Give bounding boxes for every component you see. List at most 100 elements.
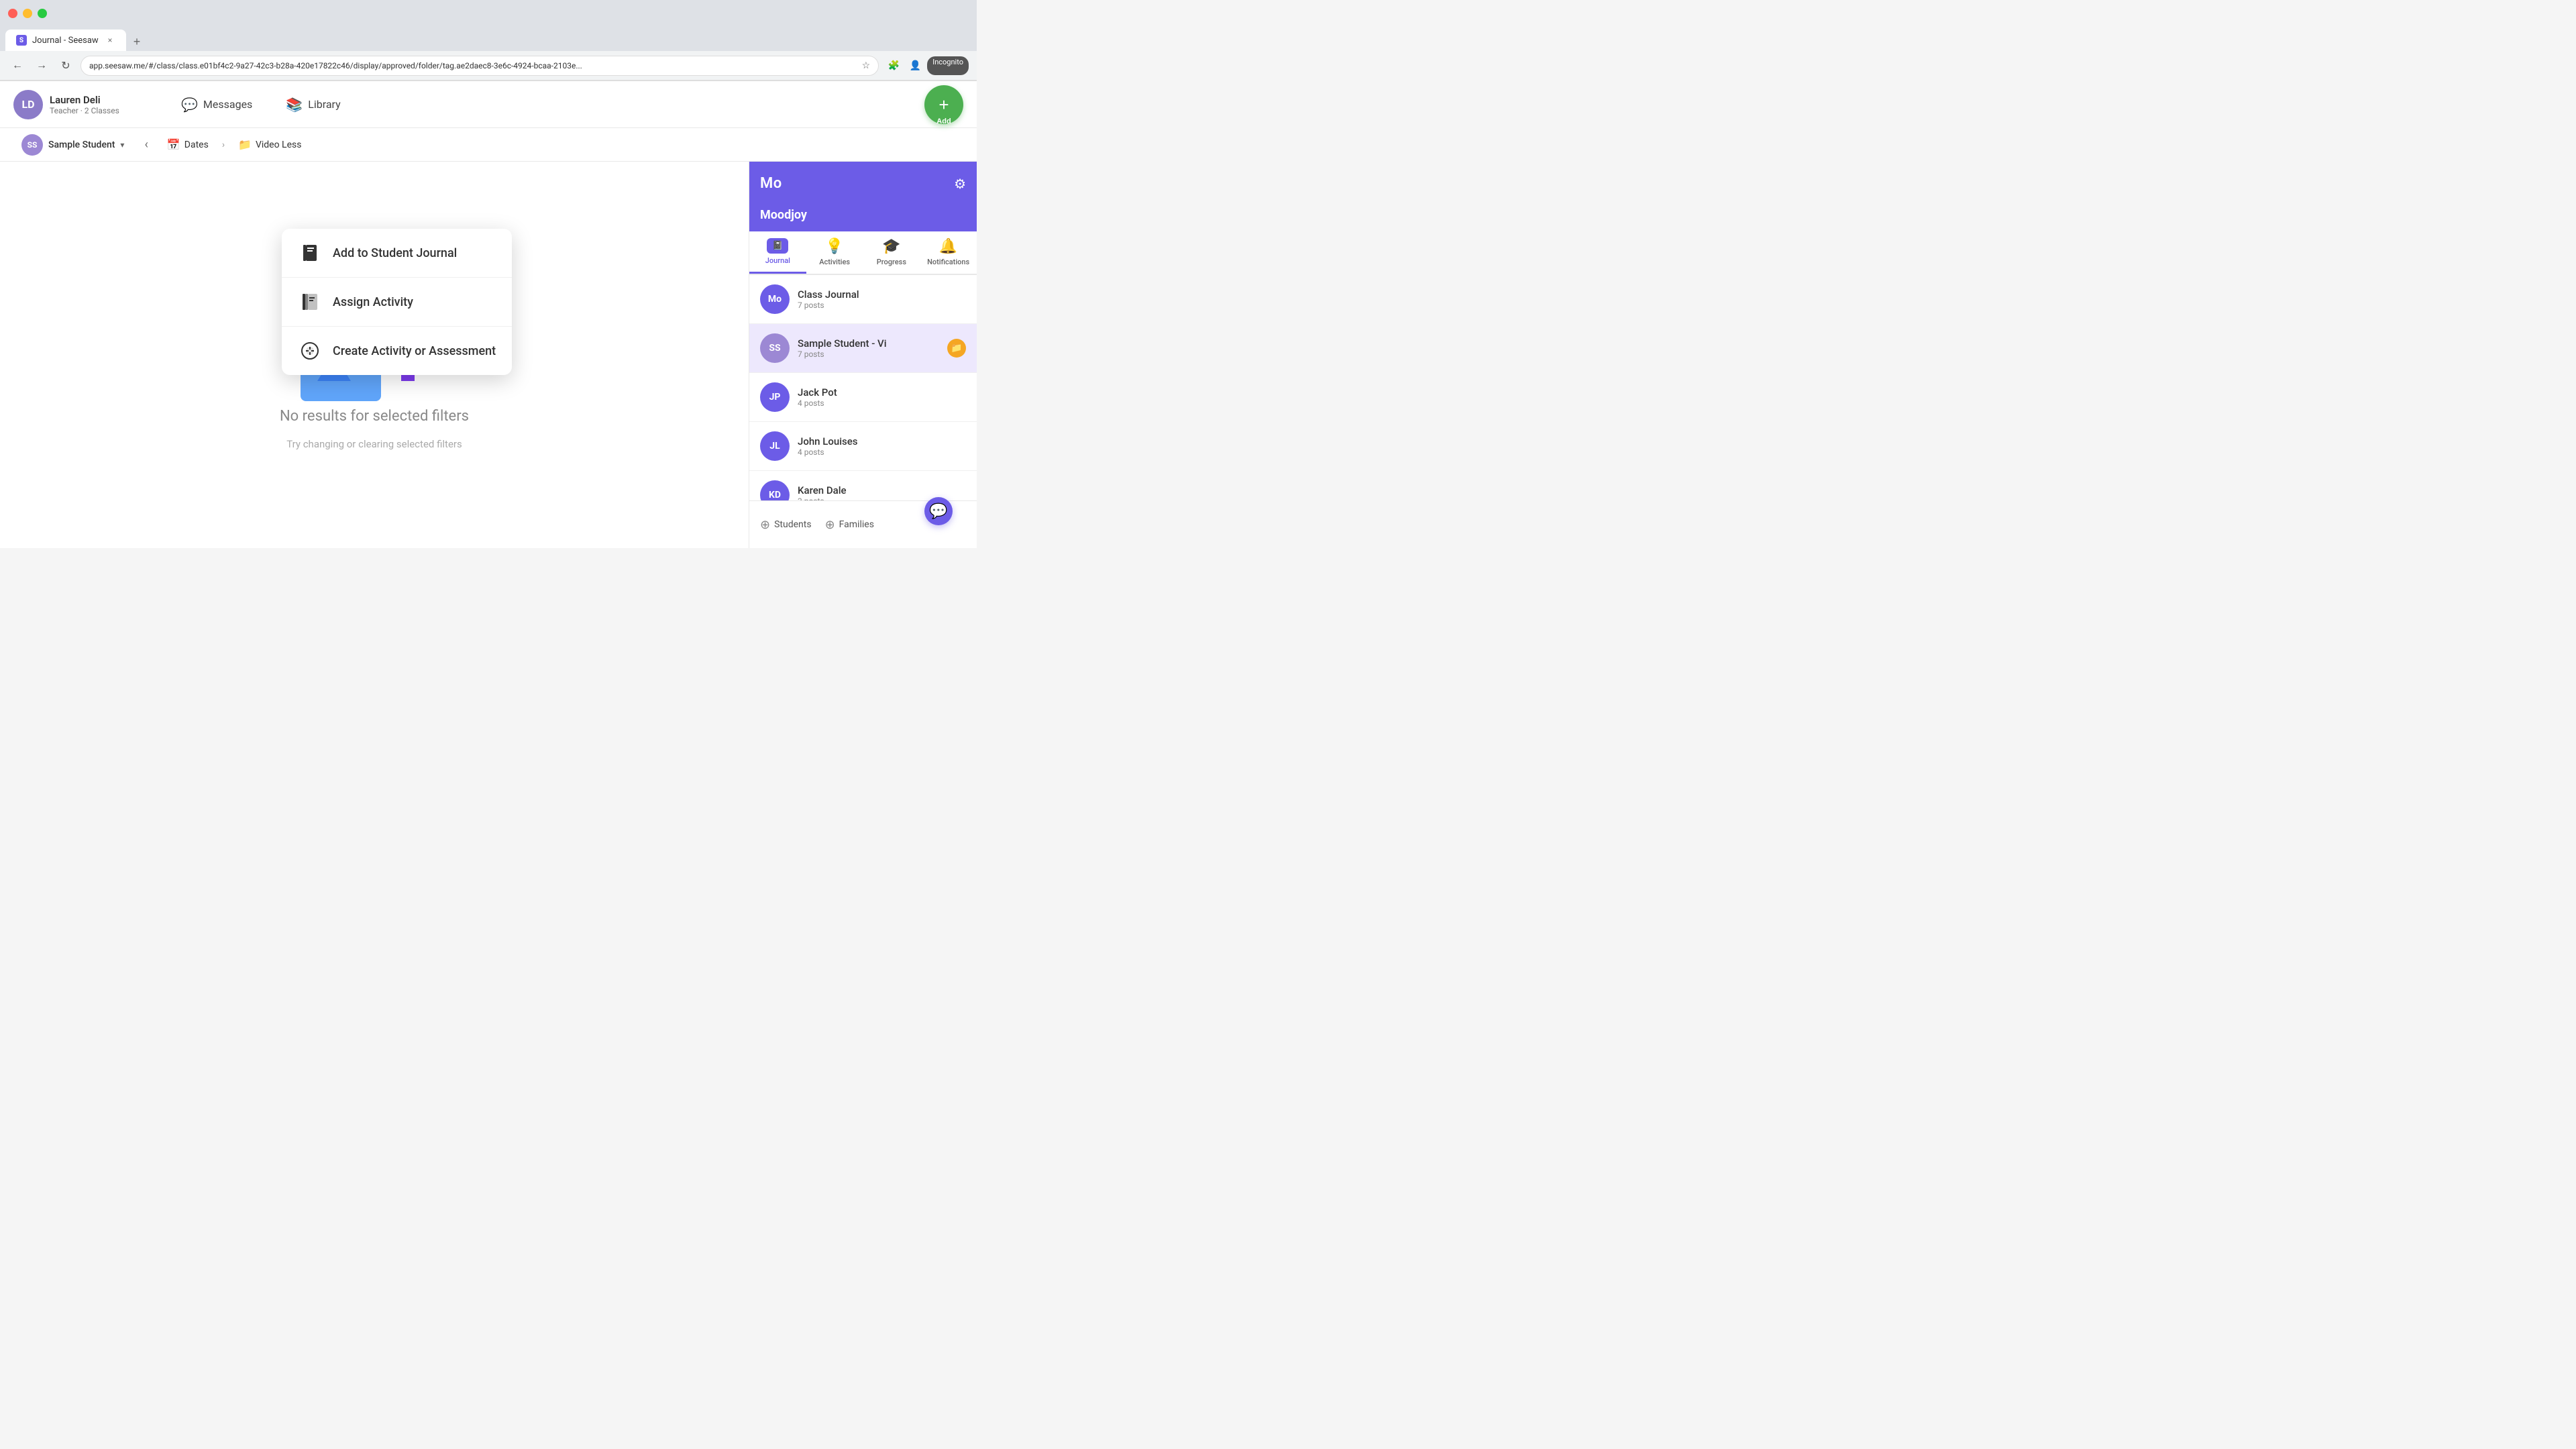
- student-info-sample: Sample Student - Vi 7 posts: [798, 337, 939, 359]
- progress-tab-label: Progress: [877, 258, 906, 266]
- profile-button[interactable]: 👤: [906, 56, 924, 75]
- sidebar-footer: ⊕ Students ⊕ Families 💬: [749, 500, 977, 548]
- sidebar-tabs: 📓 Journal 💡 Activities 🎓 Progress 🔔 Noti…: [749, 231, 977, 275]
- add-journal-label: Add to Student Journal: [333, 246, 457, 260]
- gear-icon[interactable]: ⚙: [954, 176, 966, 192]
- class-avatar: Mo: [760, 284, 790, 314]
- student-item-karen[interactable]: KD Karen Dale 3 posts: [749, 471, 977, 500]
- student-selector[interactable]: SS Sample Student ▾: [13, 130, 132, 160]
- close-btn[interactable]: [8, 9, 17, 18]
- class-initials: Mo: [768, 294, 782, 305]
- student-posts-john: 4 posts: [798, 447, 966, 457]
- dates-button[interactable]: 📅 Dates: [160, 134, 215, 155]
- tab-favicon: S: [16, 35, 27, 46]
- minimize-btn[interactable]: [23, 9, 32, 18]
- progress-icon: 🎓: [882, 238, 900, 255]
- sidebar-greeting: Moodjoy: [749, 205, 977, 231]
- library-label: Library: [308, 98, 340, 111]
- student-posts-jack: 4 posts: [798, 398, 966, 408]
- folder-icon: 📁: [238, 138, 252, 151]
- create-activity-icon: [298, 339, 322, 363]
- messages-nav-item[interactable]: 💬 Messages: [174, 93, 259, 117]
- extensions-button[interactable]: 🧩: [884, 56, 903, 75]
- chat-icon: 💬: [929, 503, 947, 520]
- folder-badge: 📁: [947, 339, 966, 358]
- families-footer-btn[interactable]: ⊕ Families: [825, 518, 874, 532]
- dropdown-item-add-journal[interactable]: Add to Student Journal: [282, 229, 512, 278]
- journal-icon: 📓: [767, 238, 788, 254]
- app-header: LD Lauren Deli Teacher · 2 Classes 💬 Mes…: [0, 81, 977, 128]
- library-icon: 📚: [286, 97, 303, 113]
- dropdown-menu: Add to Student Journal Assign Activity: [282, 229, 512, 375]
- forward-button[interactable]: →: [32, 56, 51, 75]
- student-name-label: Sample Student: [48, 140, 115, 150]
- tab-activities[interactable]: 💡 Activities: [806, 231, 863, 274]
- assign-activity-icon: [298, 290, 322, 314]
- address-text: app.seesaw.me/#/class/class.e01bf4c2-9a2…: [89, 61, 857, 70]
- user-info: LD Lauren Deli Teacher · 2 Classes: [13, 90, 148, 119]
- refresh-button[interactable]: ↻: [56, 56, 75, 75]
- students-footer-label: Students: [774, 519, 811, 530]
- student-avatar-sample: SS: [760, 333, 790, 363]
- folder-button[interactable]: 📁 Video Less: [231, 134, 308, 155]
- header-nav: 💬 Messages 📚 Library: [161, 93, 911, 117]
- tab-progress[interactable]: 🎓 Progress: [863, 231, 920, 274]
- student-name-sample: Sample Student - Vi: [798, 337, 939, 350]
- maximize-btn[interactable]: [38, 9, 47, 18]
- student-item-sample[interactable]: SS Sample Student - Vi 7 posts 📁: [749, 324, 977, 373]
- avatar: LD: [13, 90, 43, 119]
- chat-fab-button[interactable]: 💬: [924, 497, 953, 525]
- tab-notifications[interactable]: 🔔 Notifications: [920, 231, 977, 274]
- student-avatar-john: JL: [760, 431, 790, 461]
- browser-titlebar: [0, 0, 977, 27]
- tab-close-button[interactable]: ×: [105, 35, 115, 46]
- active-tab[interactable]: S Journal - Seesaw ×: [5, 30, 126, 51]
- tab-journal[interactable]: 📓 Journal: [749, 231, 806, 274]
- student-info-jack: Jack Pot 4 posts: [798, 386, 966, 408]
- student-name-john: John Louises: [798, 435, 966, 447]
- sidebar-header: Mo ⚙: [749, 162, 977, 205]
- address-bar[interactable]: app.seesaw.me/#/class/class.e01bf4c2-9a2…: [80, 56, 879, 76]
- add-label: Add: [936, 117, 951, 125]
- notifications-tab-label: Notifications: [927, 258, 969, 266]
- nav-prev-icon[interactable]: ‹: [139, 135, 153, 154]
- empty-state: No results for selected filters Try chan…: [280, 408, 469, 450]
- class-journal-item[interactable]: Mo Class Journal 7 posts: [749, 275, 977, 324]
- book-journal-icon: [298, 241, 322, 265]
- empty-title: No results for selected filters: [280, 408, 469, 425]
- app-container: LD Lauren Deli Teacher · 2 Classes 💬 Mes…: [0, 81, 977, 548]
- content-area: No results for selected filters Try chan…: [0, 162, 749, 548]
- back-button[interactable]: ←: [8, 56, 27, 75]
- student-avatar-karen: KD: [760, 480, 790, 500]
- right-sidebar: Mo ⚙ Moodjoy 📓 Journal 💡 Activities 🎓 Pr: [749, 162, 977, 548]
- student-info-john: John Louises 4 posts: [798, 435, 966, 457]
- empty-subtitle: Try changing or clearing selected filter…: [286, 438, 462, 450]
- folder-name: Video Less: [256, 140, 302, 150]
- dropdown-item-assign-activity[interactable]: Assign Activity: [282, 278, 512, 327]
- library-nav-item[interactable]: 📚 Library: [279, 93, 347, 117]
- student-item-john[interactable]: JL John Louises 4 posts: [749, 422, 977, 471]
- class-journal-name: Class Journal: [798, 288, 966, 301]
- student-avatar-jack: JP: [760, 382, 790, 412]
- bookmark-icon: ☆: [862, 60, 871, 71]
- add-button[interactable]: + Add: [924, 85, 963, 124]
- user-details: Lauren Deli Teacher · 2 Classes: [50, 94, 119, 115]
- student-posts-sample: 7 posts: [798, 350, 939, 359]
- assign-activity-label: Assign Activity: [333, 295, 413, 309]
- student-name-jack: Jack Pot: [798, 386, 966, 398]
- journal-tab-label: Journal: [765, 256, 790, 265]
- chevron-down-icon: ▾: [120, 140, 124, 150]
- user-role: Teacher · 2 Classes: [50, 106, 119, 115]
- browser-chrome: S Journal - Seesaw × + ← → ↻ app.seesaw.…: [0, 0, 977, 81]
- student-list: Mo Class Journal 7 posts SS Sample Stude…: [749, 275, 977, 500]
- activities-tab-label: Activities: [819, 258, 850, 266]
- students-footer-btn[interactable]: ⊕ Students: [760, 518, 812, 532]
- sidebar-greeting-short: Mo: [760, 175, 782, 192]
- student-item-jack[interactable]: JP Jack Pot 4 posts: [749, 373, 977, 422]
- browser-tabs: S Journal - Seesaw × +: [0, 27, 977, 51]
- class-journal-posts: 7 posts: [798, 301, 966, 310]
- add-students-icon: ⊕: [760, 518, 770, 532]
- dropdown-item-create-activity[interactable]: Create Activity or Assessment: [282, 327, 512, 375]
- dates-label: Dates: [184, 140, 209, 150]
- new-tab-button[interactable]: +: [127, 32, 146, 51]
